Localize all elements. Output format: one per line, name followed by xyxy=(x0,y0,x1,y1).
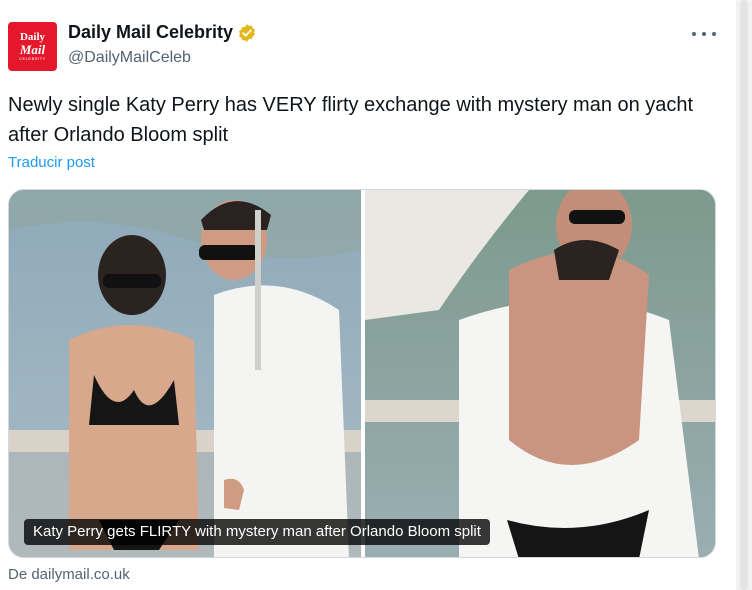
scrollbar-thumb[interactable] xyxy=(740,0,748,590)
tweet-container: Daily Mail CELEBRITY Daily Mail Celebrit… xyxy=(0,0,736,590)
handle[interactable]: @DailyMailCeleb xyxy=(68,49,191,67)
avatar-text-mail: Mail xyxy=(19,41,46,57)
translate-post-link[interactable]: Traducir post xyxy=(8,154,95,171)
avatar-text-daily: Daily xyxy=(19,30,46,43)
card-source-link[interactable]: De dailymail.co.uk xyxy=(8,566,130,583)
link-card-media[interactable] xyxy=(8,189,716,558)
verified-badge-icon[interactable] xyxy=(237,23,257,43)
card-caption[interactable]: Katy Perry gets FLIRTY with mystery man … xyxy=(24,519,490,545)
more-horizontal-icon xyxy=(712,32,716,36)
more-horizontal-icon xyxy=(702,32,706,36)
avatar[interactable]: Daily Mail CELEBRITY xyxy=(8,22,57,71)
page-scrollbar[interactable] xyxy=(736,0,752,590)
avatar-text-celebrity: CELEBRITY xyxy=(19,55,46,61)
photo-collage xyxy=(9,190,715,557)
more-options-button[interactable] xyxy=(692,26,716,42)
author-name-row: Daily Mail Celebrity xyxy=(68,22,257,43)
tweet-text: Newly single Katy Perry has VERY flirty … xyxy=(8,94,694,146)
more-horizontal-icon xyxy=(692,32,696,36)
display-name[interactable]: Daily Mail Celebrity xyxy=(68,22,233,43)
